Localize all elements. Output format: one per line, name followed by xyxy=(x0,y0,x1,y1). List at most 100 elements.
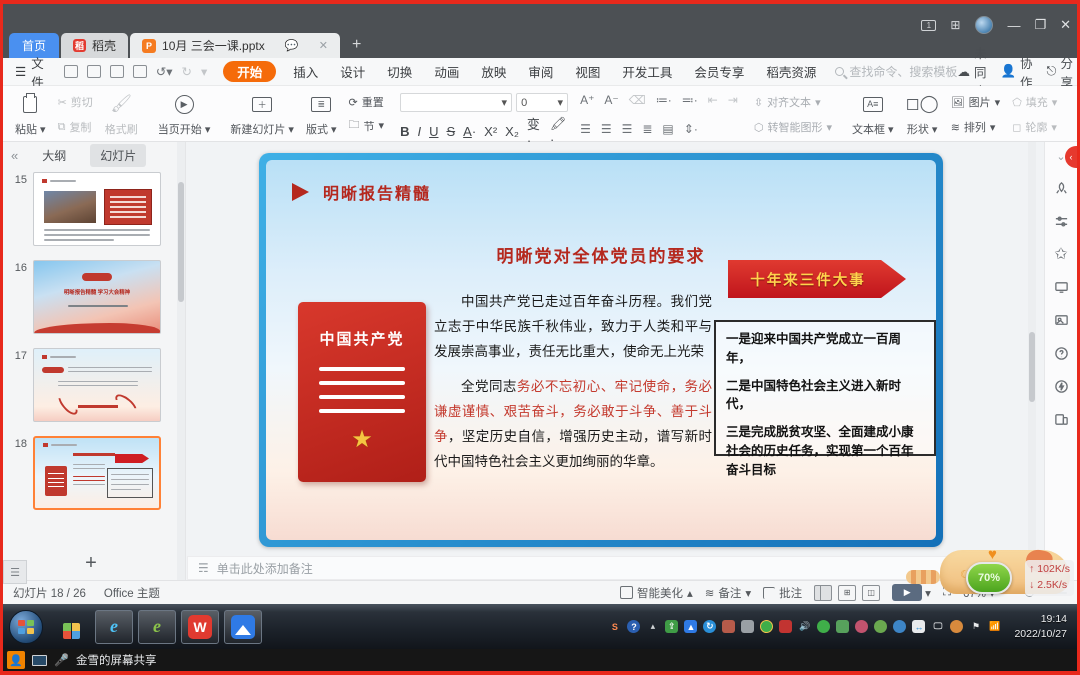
notes-toggle-button[interactable]: ≋ 备注 ▾ xyxy=(705,585,751,601)
cast-screen-icon[interactable] xyxy=(1053,279,1069,295)
menu-tab-insert[interactable]: 插入 xyxy=(282,62,329,81)
paste-button[interactable]: 粘贴 ▾ xyxy=(9,90,52,139)
menu-tab-view[interactable]: 视图 xyxy=(564,62,611,81)
format-painter-button[interactable]: 🖌 格式刷 xyxy=(99,90,144,139)
tray-icon-wechat[interactable] xyxy=(817,620,830,633)
arrange-button[interactable]: ≋排列 ▾ xyxy=(947,118,1005,136)
print-icon[interactable] xyxy=(110,65,124,78)
user-avatar[interactable] xyxy=(975,16,993,34)
tray-icon-teamviewer[interactable]: ↔ xyxy=(912,620,925,633)
fill-button[interactable]: ⬠填充 ▾ xyxy=(1008,93,1061,111)
reset-button[interactable]: ⟳重置 xyxy=(345,93,389,111)
cut-button[interactable]: ✂剪切 xyxy=(54,93,97,111)
subscript-button[interactable]: X₂ xyxy=(505,124,519,139)
strike-button[interactable]: S xyxy=(446,124,455,139)
slide-body-text[interactable]: 中国共产党已走过百年奋斗历程。我们党立志于中华民族千秋伟业，致力于人类和平与发展… xyxy=(434,290,712,485)
tray-icon-360[interactable] xyxy=(760,620,773,633)
underline-button[interactable]: U xyxy=(429,124,438,139)
align-right-icon[interactable]: ☰ xyxy=(622,122,633,136)
indent-decrease-icon[interactable]: ⇤ xyxy=(708,93,718,107)
menu-tab-devtools[interactable]: 开发工具 xyxy=(611,62,683,81)
taskbar-app-ie[interactable]: e xyxy=(95,610,133,644)
sorter-view-button[interactable]: ⊞ xyxy=(838,585,856,601)
menu-tab-docer-res[interactable]: 稻壳资源 xyxy=(755,62,827,81)
tray-icon-help[interactable]: ? xyxy=(627,620,640,633)
image-edit-icon[interactable] xyxy=(1053,312,1069,328)
collab-button[interactable]: 👤协作 xyxy=(1000,53,1032,91)
restore-button[interactable]: ❐ xyxy=(1034,17,1046,33)
tray-icon-green[interactable] xyxy=(874,620,887,633)
smart-beautify-button[interactable]: 智能美化 ▴ xyxy=(620,585,693,601)
share-button[interactable]: ⎋分享 xyxy=(1047,53,1073,91)
grid-view-icon[interactable]: ⊞ xyxy=(950,18,961,32)
reader-layout-icon[interactable] xyxy=(1053,411,1069,427)
menu-file[interactable]: ☰文件 xyxy=(3,53,54,91)
collapse-panel-icon[interactable]: « xyxy=(11,148,18,163)
taskbar-app-browser[interactable]: e xyxy=(138,610,176,644)
three-events-box[interactable]: 一是迎来中国共产党成立一百周年， 二是中国特色社会主义进入新时代， 三是完成脱贫… xyxy=(714,320,936,456)
canvas-scrollbar[interactable] xyxy=(1029,332,1035,402)
tray-icon-shield[interactable] xyxy=(836,620,849,633)
outline-button[interactable]: ◻轮廓 ▾ xyxy=(1008,118,1061,136)
preview-icon[interactable] xyxy=(133,65,147,78)
indent-increase-icon[interactable]: ⇥ xyxy=(728,93,738,107)
taskbar-app-meeting[interactable] xyxy=(224,610,262,644)
play-from-current-button[interactable]: ▶ 当页开始 ▾ xyxy=(152,90,217,139)
slide-thumb-15[interactable]: 15 xyxy=(9,172,179,246)
font-shrink-button[interactable]: A⁻ xyxy=(604,93,618,107)
new-slide-button[interactable]: ＋ 新建幻灯片 ▾ xyxy=(224,90,300,139)
undo-icon[interactable]: ↺▾ xyxy=(156,64,173,79)
tray-icon-flag[interactable]: ⚑ xyxy=(969,620,982,633)
tab-docer[interactable]: 稻 稻壳 xyxy=(61,33,128,58)
align-text-button[interactable]: ⇳对齐文本 ▾ xyxy=(750,93,836,111)
tray-icon-red[interactable] xyxy=(779,620,792,633)
single-page-view-icon[interactable]: 1 xyxy=(921,20,936,31)
shapes-button[interactable]: ◻◯ 形状 ▾ xyxy=(900,90,945,139)
tray-icon-drive[interactable] xyxy=(741,620,754,633)
clear-format-icon[interactable]: ⌫ xyxy=(629,93,646,107)
justify-icon[interactable]: ≣ xyxy=(642,122,652,136)
bullets-button[interactable]: ≔· xyxy=(656,93,672,107)
distribute-icon[interactable]: ▤ xyxy=(662,122,673,136)
minimize-button[interactable]: — xyxy=(1007,18,1020,33)
line-spacing-icon[interactable]: ⇕· xyxy=(684,122,698,136)
rocket-icon[interactable] xyxy=(1053,180,1069,196)
copy-button[interactable]: ⧉复制 xyxy=(54,118,97,136)
effects-star-icon[interactable]: ✩ xyxy=(1053,246,1069,262)
font-color-button[interactable]: A· xyxy=(463,124,476,139)
output-icon[interactable] xyxy=(87,65,101,78)
new-tab-button[interactable]: + xyxy=(342,36,371,58)
tray-icon-meeting[interactable]: ▲ xyxy=(684,620,697,633)
floating-list-widget[interactable]: ☰ xyxy=(3,560,27,584)
numbering-button[interactable]: ≕· xyxy=(682,93,698,107)
layout-button[interactable]: ≣ 版式 ▾ xyxy=(300,90,343,139)
tray-icon-volume[interactable]: 🔊 xyxy=(798,620,811,633)
comments-button[interactable]: 批注 xyxy=(763,585,802,601)
menu-tab-transition[interactable]: 切换 xyxy=(376,62,423,81)
tray-icon-blue[interactable] xyxy=(893,620,906,633)
tray-expand-icon[interactable]: ▴ xyxy=(646,620,659,633)
tab-slides[interactable]: 幻灯片 xyxy=(90,144,146,167)
slide-thumb-17[interactable]: 17 xyxy=(9,348,179,422)
tray-icon-display[interactable]: 🖵 xyxy=(931,620,944,633)
desktop-pet-widget[interactable]: ♥ ☾ Φ 70% ↑ 102K/s ↓ 2.5K/s xyxy=(906,540,1076,604)
italic-button[interactable]: I xyxy=(417,124,421,139)
align-center-icon[interactable]: ☰ xyxy=(601,122,612,136)
help-icon[interactable] xyxy=(1053,345,1069,361)
slide-18[interactable]: 明晰报告精髓 明晰党对全体党员的要求 中国共产党 ★ 中国共产党已走过百年奋斗历… xyxy=(259,153,943,547)
add-slide-button[interactable]: + xyxy=(3,548,179,578)
tray-icon-cup[interactable] xyxy=(722,620,735,633)
menu-tab-slideshow[interactable]: 放映 xyxy=(470,62,517,81)
more-icon[interactable]: ▾ xyxy=(201,64,207,79)
tray-icon-orange[interactable] xyxy=(950,620,963,633)
tab-document[interactable]: P 10月 三会一课.pptx 💬 ✕ xyxy=(130,33,340,58)
section-button[interactable]: 🗀节 ▾ xyxy=(345,115,389,136)
menu-tab-animation[interactable]: 动画 xyxy=(423,62,470,81)
save-icon[interactable] xyxy=(64,65,78,78)
command-search[interactable]: 查找命令、搜索模板 xyxy=(835,63,957,80)
comment-bubble-icon[interactable]: 💬 xyxy=(285,39,299,52)
tray-icon-network[interactable]: 📶 xyxy=(988,620,1001,633)
textbox-button[interactable]: A≡ 文本框 ▾ xyxy=(846,90,900,139)
menu-tab-review[interactable]: 审阅 xyxy=(517,62,564,81)
taskbar-app-wps[interactable]: W xyxy=(181,610,219,644)
